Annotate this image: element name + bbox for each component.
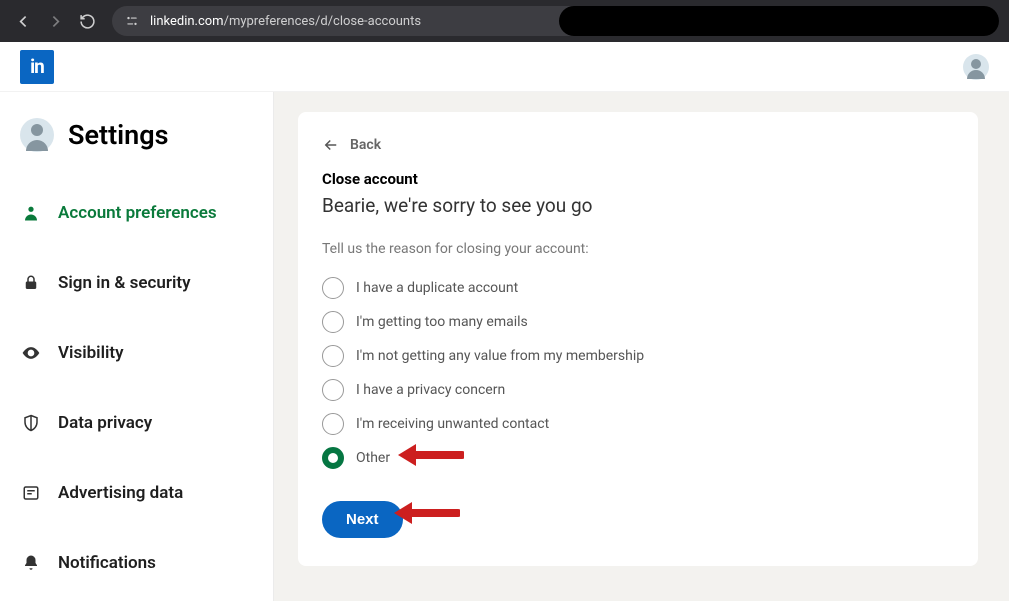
site-settings-icon[interactable] xyxy=(124,13,140,29)
radio-icon xyxy=(322,277,344,299)
radio-label: I'm not getting any value from my member… xyxy=(356,348,644,364)
radio-icon xyxy=(322,311,344,333)
sidebar-item-data-privacy[interactable]: Data privacy xyxy=(0,388,273,458)
radio-icon xyxy=(322,413,344,435)
url-bar[interactable]: linkedin.com/mypreferences/d/close-accou… xyxy=(112,6,999,36)
sidebar-item-account-preferences[interactable]: Account preferences xyxy=(0,178,273,248)
shield-icon xyxy=(20,412,42,434)
radio-label: I have a privacy concern xyxy=(356,382,505,398)
next-button[interactable]: Next xyxy=(322,501,403,538)
avatar[interactable] xyxy=(963,54,989,80)
reason-option-unwanted-contact[interactable]: I'm receiving unwanted contact xyxy=(322,407,954,441)
sidebar-item-advertising-data[interactable]: Advertising data xyxy=(0,458,273,528)
sidebar-item-label: Sign in & security xyxy=(58,273,191,293)
url-mask xyxy=(559,6,999,36)
eye-icon xyxy=(20,342,42,364)
url-text: linkedin.com/mypreferences/d/close-accou… xyxy=(150,14,421,29)
sidebar-item-label: Notifications xyxy=(58,553,156,573)
avatar[interactable] xyxy=(20,118,54,152)
radio-icon xyxy=(322,345,344,367)
reload-icon[interactable] xyxy=(74,8,100,34)
reason-option-duplicate[interactable]: I have a duplicate account xyxy=(322,271,954,305)
main: Back Close account Bearie, we're sorry t… xyxy=(274,92,1009,601)
sidebar-item-visibility[interactable]: Visibility xyxy=(0,318,273,388)
page-title: Settings xyxy=(68,119,169,151)
sidebar-item-notifications[interactable]: Notifications xyxy=(0,528,273,598)
sidebar-item-label: Visibility xyxy=(58,343,124,363)
arrow-left-icon xyxy=(322,136,340,154)
person-icon xyxy=(20,202,42,224)
radio-label: Other xyxy=(356,450,390,466)
sidebar: Settings Account preferences Sign in & s… xyxy=(0,92,274,601)
back-label: Back xyxy=(350,137,381,153)
back-button[interactable]: Back xyxy=(322,136,954,154)
radio-icon xyxy=(322,447,344,469)
sidebar-item-label: Data privacy xyxy=(58,413,152,433)
app-header: in xyxy=(0,42,1009,92)
radio-icon xyxy=(322,379,344,401)
reason-option-emails[interactable]: I'm getting too many emails xyxy=(322,305,954,339)
doc-icon xyxy=(20,482,42,504)
bell-icon xyxy=(20,552,42,574)
radio-label: I have a duplicate account xyxy=(356,280,518,296)
forward-icon[interactable] xyxy=(42,8,68,34)
close-account-card: Back Close account Bearie, we're sorry t… xyxy=(298,112,978,566)
sidebar-item-label: Advertising data xyxy=(58,483,183,503)
browser-chrome: linkedin.com/mypreferences/d/close-accou… xyxy=(0,0,1009,42)
reason-option-no-value[interactable]: I'm not getting any value from my member… xyxy=(322,339,954,373)
card-title: Close account xyxy=(322,170,954,188)
sidebar-item-label: Account preferences xyxy=(58,203,217,223)
reason-prompt: Tell us the reason for closing your acco… xyxy=(322,241,954,257)
back-icon[interactable] xyxy=(10,8,36,34)
sidebar-item-signin-security[interactable]: Sign in & security xyxy=(0,248,273,318)
card-subtitle: Bearie, we're sorry to see you go xyxy=(322,194,954,217)
lock-icon xyxy=(20,272,42,294)
sidebar-title-row: Settings xyxy=(0,112,273,178)
reason-option-other[interactable]: Other xyxy=(322,441,954,475)
linkedin-logo[interactable]: in xyxy=(20,50,54,84)
radio-label: I'm receiving unwanted contact xyxy=(356,416,549,432)
radio-label: I'm getting too many emails xyxy=(356,314,528,330)
reason-option-privacy[interactable]: I have a privacy concern xyxy=(322,373,954,407)
